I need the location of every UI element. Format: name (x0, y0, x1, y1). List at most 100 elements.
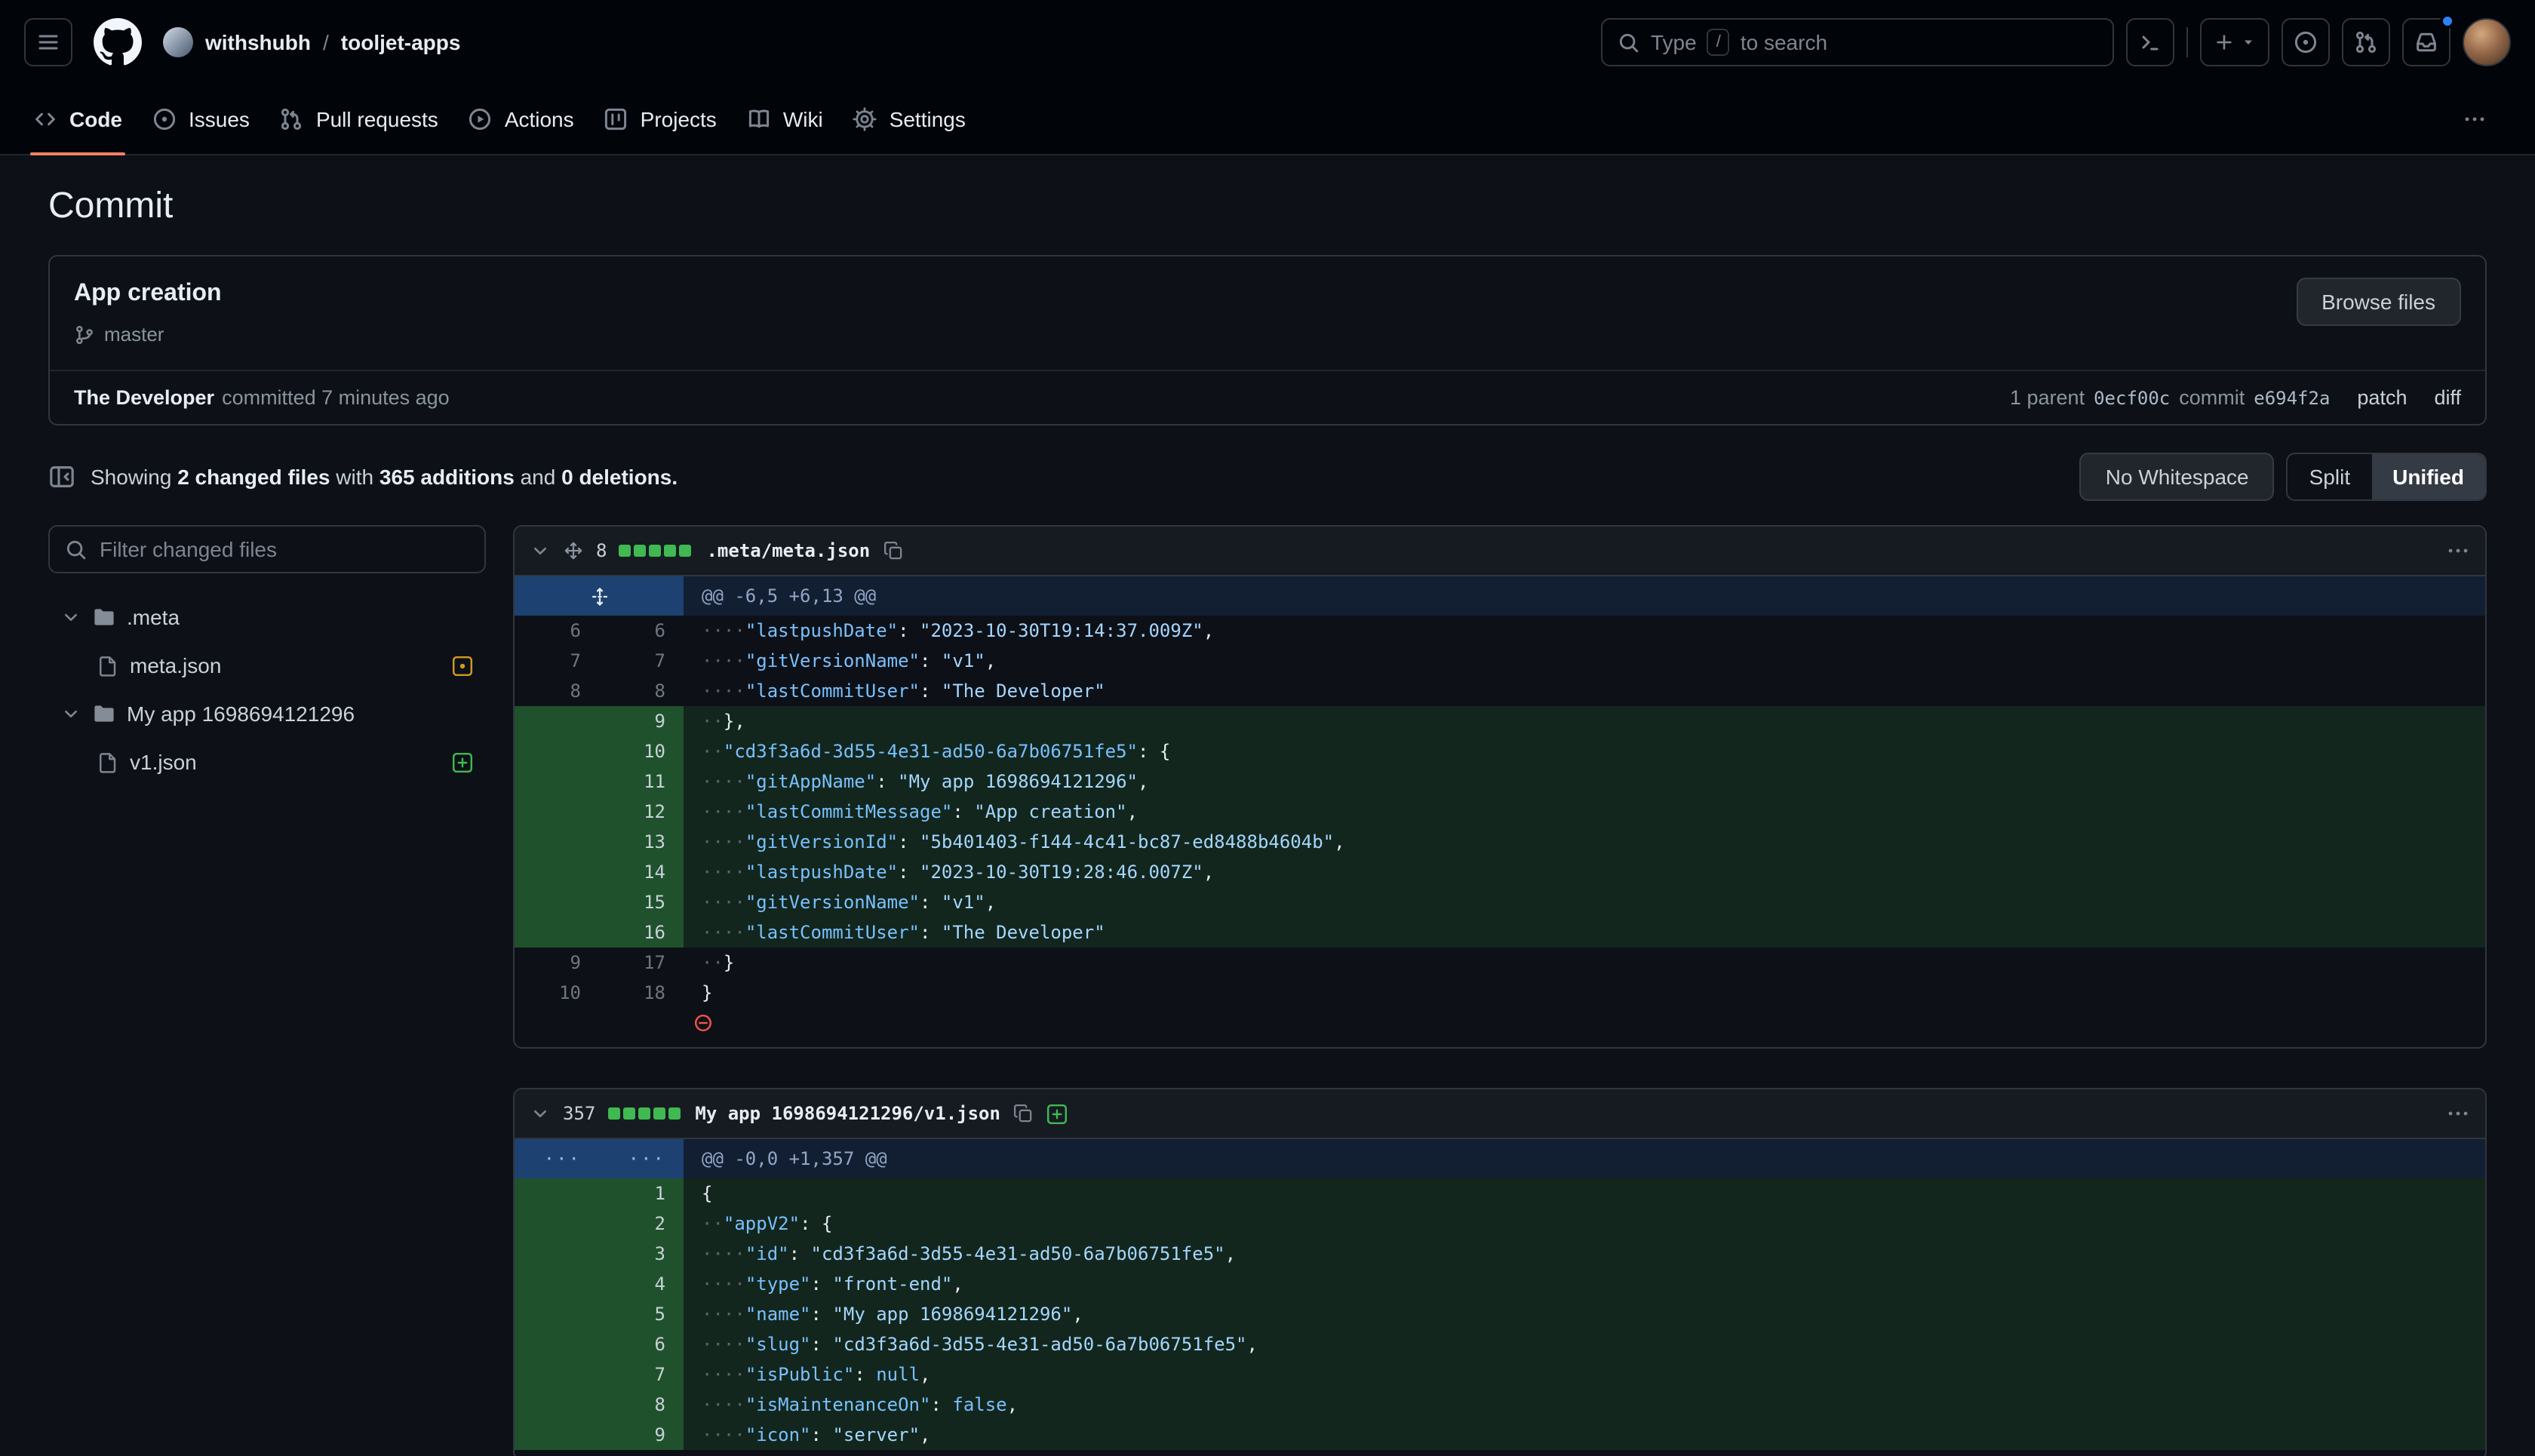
new-line-number[interactable]: 1 (599, 1178, 684, 1209)
old-line-number[interactable]: 7 (515, 646, 599, 676)
breadcrumb-owner[interactable]: withshubh (205, 30, 311, 54)
old-line-number[interactable] (515, 1390, 599, 1420)
new-line-number[interactable]: 14 (599, 857, 684, 887)
branch-name[interactable]: master (104, 323, 164, 346)
tree-file-meta-json[interactable]: meta.json (48, 643, 486, 688)
hamburger-icon (36, 30, 60, 54)
old-line-number[interactable]: 10 (515, 978, 599, 1008)
inbox-icon (2414, 30, 2438, 54)
old-line-number[interactable] (515, 1269, 599, 1299)
tab-issues[interactable]: Issues (137, 84, 265, 154)
expand-hunk-button[interactable] (515, 576, 684, 616)
command-palette-button[interactable] (2126, 18, 2174, 66)
breadcrumb-repo[interactable]: tooljet-apps (341, 30, 461, 54)
tab-projects[interactable]: Projects (589, 84, 732, 154)
old-line-number[interactable] (515, 917, 599, 948)
old-line-number[interactable]: 6 (515, 616, 599, 646)
old-line-number[interactable] (515, 1420, 599, 1450)
file-options-button[interactable] (2446, 539, 2470, 563)
search-input[interactable]: Type / to search (1601, 18, 2114, 66)
new-line-number[interactable]: 8 (599, 676, 684, 706)
user-avatar[interactable] (2463, 18, 2511, 66)
old-line-number[interactable] (515, 1209, 599, 1239)
new-line-number[interactable]: 18 (599, 978, 684, 1008)
tree-folder-my-app[interactable]: My app 1698694121296 (48, 691, 486, 736)
new-line-number[interactable]: 9 (599, 706, 684, 736)
old-line-number[interactable]: 9 (515, 948, 599, 978)
old-line-number[interactable] (515, 1329, 599, 1359)
old-line-number[interactable] (515, 706, 599, 736)
patch-link[interactable]: patch (2357, 386, 2407, 409)
tab-wiki[interactable]: Wiki (732, 84, 838, 154)
old-line-number[interactable] (515, 1299, 599, 1329)
drag-handle-icon[interactable] (563, 540, 584, 561)
parent-sha-link[interactable]: 0ecf00c (2094, 387, 2170, 408)
diff-file-header: 357 My app 1698694121296/v1.json (515, 1089, 2485, 1139)
diff-added-icon (451, 751, 474, 773)
more-tabs-button[interactable] (2450, 95, 2499, 143)
new-line-number[interactable]: 2 (599, 1209, 684, 1239)
chevron-down-icon (530, 1103, 551, 1124)
new-line-number[interactable]: 3 (599, 1239, 684, 1269)
tab-code[interactable]: Code (18, 84, 137, 154)
old-line-number[interactable] (515, 1359, 599, 1390)
new-line-number[interactable]: 16 (599, 917, 684, 948)
old-line-number[interactable] (515, 736, 599, 766)
old-line-number[interactable] (515, 857, 599, 887)
collapse-file-button[interactable] (530, 1103, 551, 1124)
old-line-number[interactable] (515, 797, 599, 827)
new-line-number[interactable]: 10 (599, 736, 684, 766)
toggle-file-tree-button[interactable] (48, 463, 75, 490)
diffstat-blocks (607, 1107, 680, 1120)
browse-files-button[interactable]: Browse files (2296, 278, 2461, 326)
new-line-number[interactable]: 6 (599, 1329, 684, 1359)
copy-path-button[interactable] (1012, 1103, 1034, 1124)
file-options-button[interactable] (2446, 1101, 2470, 1126)
tab-pull-requests[interactable]: Pull requests (265, 84, 453, 154)
tree-folder-meta[interactable]: .meta (48, 594, 486, 640)
github-logo[interactable] (94, 18, 142, 66)
new-line-number[interactable]: 11 (599, 766, 684, 797)
copy-icon (1012, 1103, 1034, 1124)
new-line-number[interactable]: 8 (599, 1390, 684, 1420)
diff-line: 7····"isPublic": null, (515, 1359, 2485, 1390)
new-line-number[interactable]: 4 (599, 1269, 684, 1299)
diff-file-v1-json: 357 My app 1698694121296/v1.json ······@… (513, 1088, 2487, 1456)
new-line-number[interactable]: 6 (599, 616, 684, 646)
old-line-number[interactable] (515, 1178, 599, 1209)
new-line-number[interactable]: 9 (599, 1420, 684, 1450)
new-line-number[interactable]: 5 (599, 1299, 684, 1329)
diff-line: 12····"lastCommitMessage": "App creation… (515, 797, 2485, 827)
copy-path-button[interactable] (882, 540, 903, 561)
old-line-number[interactable] (515, 827, 599, 857)
tab-actions[interactable]: Actions (453, 84, 589, 154)
old-line-number[interactable] (515, 766, 599, 797)
new-line-number[interactable]: 17 (599, 948, 684, 978)
new-line-number[interactable]: 7 (599, 646, 684, 676)
tree-file-v1-json[interactable]: v1.json (48, 739, 486, 785)
old-line-number[interactable] (515, 887, 599, 917)
unified-view-button[interactable]: Unified (2371, 454, 2485, 499)
new-line-number[interactable]: 7 (599, 1359, 684, 1390)
pull-requests-header-button[interactable] (2342, 18, 2390, 66)
search-placeholder-prefix: Type (1651, 30, 1697, 54)
hamburger-menu-button[interactable] (24, 18, 72, 66)
breadcrumb: withshubh / tooljet-apps (163, 27, 460, 57)
split-view-button[interactable]: Split (2288, 454, 2371, 499)
old-line-number[interactable]: 8 (515, 676, 599, 706)
new-line-number[interactable]: 13 (599, 827, 684, 857)
create-new-button[interactable] (2200, 18, 2269, 66)
collapse-file-button[interactable] (530, 540, 551, 561)
code-line: ··}, (684, 706, 2485, 736)
chevron-down-icon (530, 540, 551, 561)
whitespace-toggle-button[interactable]: No Whitespace (2080, 453, 2275, 501)
issues-header-button[interactable] (2282, 18, 2330, 66)
commit-author[interactable]: The Developer (74, 386, 214, 409)
new-line-number[interactable]: 12 (599, 797, 684, 827)
tab-settings[interactable]: Settings (838, 84, 981, 154)
filter-files-input[interactable]: Filter changed files (48, 525, 486, 573)
new-line-number[interactable]: 15 (599, 887, 684, 917)
old-line-number[interactable] (515, 1239, 599, 1269)
diff-link[interactable]: diff (2434, 386, 2461, 409)
chevron-down-icon (60, 607, 81, 628)
